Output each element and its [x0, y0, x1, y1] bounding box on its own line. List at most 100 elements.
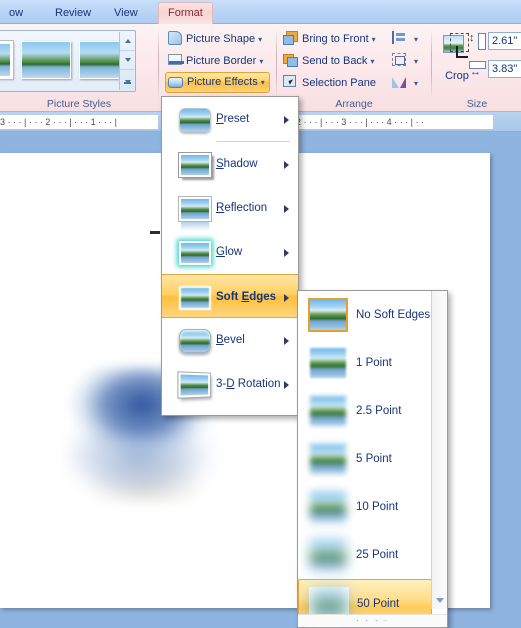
gallery-scrollbar[interactable]: [119, 32, 135, 90]
tab-window[interactable]: ow: [0, 3, 32, 24]
menu-item-glow[interactable]: Glow: [162, 230, 298, 274]
soft-edges-option-none[interactable]: No Soft Edges: [298, 291, 432, 339]
shadow-preview-icon: [178, 152, 212, 178]
soft-edge-preview-icon: [308, 394, 348, 428]
shape-width-icon: [469, 61, 486, 78]
menu-item-label: Soft Edges: [216, 291, 277, 303]
soft-edges-option-label: 2.5 Point: [356, 405, 402, 417]
menu-item-shadow[interactable]: Shadow: [162, 142, 298, 186]
menu-item-preset[interactable]: Preset: [162, 97, 298, 141]
scroll-up-icon[interactable]: [120, 32, 135, 51]
chevron-down-icon[interactable]: ▾: [414, 35, 418, 44]
soft-edges-option-5pt[interactable]: 5 Point: [298, 435, 432, 483]
group-label-size: Size: [466, 98, 488, 110]
group-picture-styles: Picture Styles: [0, 24, 158, 112]
soft-edges-option-1pt[interactable]: 1 Point: [298, 339, 432, 387]
submenu-arrow-icon: [284, 294, 289, 302]
menu-item-label: Preset: [216, 113, 250, 125]
tab-review[interactable]: Review: [46, 3, 100, 24]
chevron-down-icon[interactable]: ▾: [414, 57, 418, 66]
picture-shape-label: Picture Shape: [186, 33, 256, 45]
group-separator: [158, 29, 159, 99]
soft-edge-preview-icon: [308, 346, 348, 380]
picture-shape-button[interactable]: Picture Shape ▾: [165, 28, 266, 50]
more-styles-icon[interactable]: [120, 70, 135, 89]
picture-effects-label: Picture Effects: [187, 76, 258, 88]
bring-to-front-icon: [283, 30, 299, 46]
tab-view[interactable]: View: [105, 3, 147, 24]
soft-edges-option-label: 5 Point: [356, 453, 392, 465]
shape-height-value[interactable]: 2.61": [488, 32, 521, 50]
submenu-grip[interactable]: · · · ·: [298, 614, 447, 627]
shape-width-value[interactable]: 3.83": [488, 60, 521, 78]
send-to-back-icon: [283, 52, 299, 68]
menu-item-bevel[interactable]: Bevel: [162, 318, 298, 362]
soft-edge-preview-icon: [308, 442, 348, 476]
picture-style-thumb[interactable]: [0, 41, 13, 79]
tab-format[interactable]: Format: [158, 2, 213, 25]
bring-to-front-button[interactable]: Bring to Front ▾: [281, 28, 380, 50]
group-objects-button[interactable]: ▾: [390, 50, 422, 72]
soft-edges-option-25pt[interactable]: 25 Point: [298, 531, 432, 579]
submenu-arrow-icon: [284, 249, 289, 257]
soft-edges-preview-icon: [179, 286, 211, 310]
submenu-arrow-icon: [284, 205, 289, 213]
menu-item-3d-rotation[interactable]: 3-D Rotation: [162, 362, 298, 406]
reflection-preview-icon: [178, 196, 212, 231]
group-label-arrange: Arrange: [335, 98, 373, 110]
menu-item-label: Shadow: [216, 158, 258, 170]
glow-preview-icon: [179, 241, 211, 265]
shape-height-field[interactable]: 2.61": [469, 32, 521, 50]
group-separator: [276, 29, 277, 99]
soft-edges-submenu: No Soft Edges 1 Point 2.5 Point 5 Point …: [297, 290, 448, 628]
submenu-scrollbar[interactable]: [431, 291, 447, 609]
shape-width-field[interactable]: 3.83": [469, 60, 521, 78]
soft-edges-option-label: 1 Point: [356, 357, 392, 369]
chevron-down-icon[interactable]: ▾: [370, 57, 374, 66]
menu-item-label: Glow: [216, 246, 243, 258]
submenu-arrow-icon: [284, 381, 289, 389]
soft-edges-option-2-5pt[interactable]: 2.5 Point: [298, 387, 432, 435]
menu-item-reflection[interactable]: Reflection: [162, 186, 298, 231]
menu-item-soft-edges[interactable]: Soft Edges: [162, 274, 298, 318]
chevron-down-icon[interactable]: ▾: [414, 79, 418, 88]
scroll-down-icon[interactable]: [120, 51, 135, 70]
menu-item-label: Reflection: [216, 202, 268, 214]
group-icon: [392, 52, 408, 68]
group-size: Crop 2.61" 3.83" Size: [433, 24, 521, 112]
preset-preview-icon: [179, 108, 211, 132]
soft-edges-option-label: 50 Point: [357, 598, 400, 610]
chevron-down-icon[interactable]: ▾: [261, 78, 265, 87]
submenu-arrow-icon: [284, 337, 289, 345]
picture-style-thumb[interactable]: [21, 41, 71, 79]
send-to-back-label: Send to Back: [302, 55, 368, 67]
picture-effects-menu: Preset Shadow Reflection Glow Soft Edges…: [161, 96, 299, 416]
menu-item-label: Bevel: [216, 334, 245, 346]
soft-edge-preview-icon: [308, 490, 348, 524]
selection-pane-button[interactable]: Selection Pane: [281, 72, 380, 94]
group-arrange: Bring to Front ▾ Send to Back ▾ Selection …: [278, 24, 430, 112]
picture-styles-gallery[interactable]: [0, 30, 136, 92]
rotate-button[interactable]: ▾: [390, 72, 422, 94]
align-button[interactable]: ▾: [390, 28, 422, 50]
menu-item-label: 3-D Rotation: [216, 378, 281, 390]
picture-border-button[interactable]: Picture Border ▾: [165, 50, 267, 72]
bring-to-front-label: Bring to Front: [302, 33, 369, 45]
submenu-arrow-icon: [284, 161, 289, 169]
align-icon: [392, 30, 408, 46]
soft-edges-option-10pt[interactable]: 10 Point: [298, 483, 432, 531]
soft-edges-option-label: 10 Point: [356, 501, 399, 513]
picture-border-label: Picture Border: [186, 55, 257, 67]
group-separator: [431, 29, 432, 99]
soft-edges-option-label: 25 Point: [356, 549, 399, 561]
picture-effects-button[interactable]: Picture Effects ▾: [165, 72, 270, 93]
selection-pane-label: Selection Pane: [302, 77, 376, 89]
chevron-down-icon[interactable]: ▾: [259, 57, 263, 66]
chevron-down-icon[interactable]: ▾: [372, 35, 376, 44]
ribbon-tab-strip: ow Review View Format: [0, 0, 521, 25]
soft-edges-option-label: No Soft Edges: [356, 309, 431, 321]
picture-shape-icon: [167, 30, 183, 46]
scroll-down-icon[interactable]: [435, 598, 444, 603]
chevron-down-icon[interactable]: ▾: [258, 35, 262, 44]
send-to-back-button[interactable]: Send to Back ▾: [281, 50, 378, 72]
